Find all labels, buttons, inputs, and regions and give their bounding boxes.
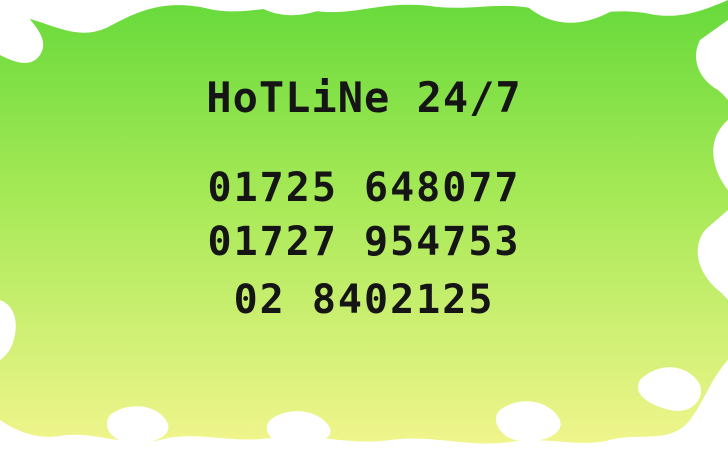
phone-number-1: 01725 648077 bbox=[207, 165, 521, 211]
hotline-text: HoTLiNe 24/7 01725 648077 01727 954753 0… bbox=[0, 0, 728, 450]
hotline-title: HoTLiNe 24/7 bbox=[206, 73, 522, 122]
phone-number-3: 02 8402125 bbox=[233, 277, 495, 323]
hotline-card: HoTLiNe 24/7 01725 648077 01727 954753 0… bbox=[0, 0, 728, 450]
phone-number-2: 01727 954753 bbox=[207, 219, 521, 265]
